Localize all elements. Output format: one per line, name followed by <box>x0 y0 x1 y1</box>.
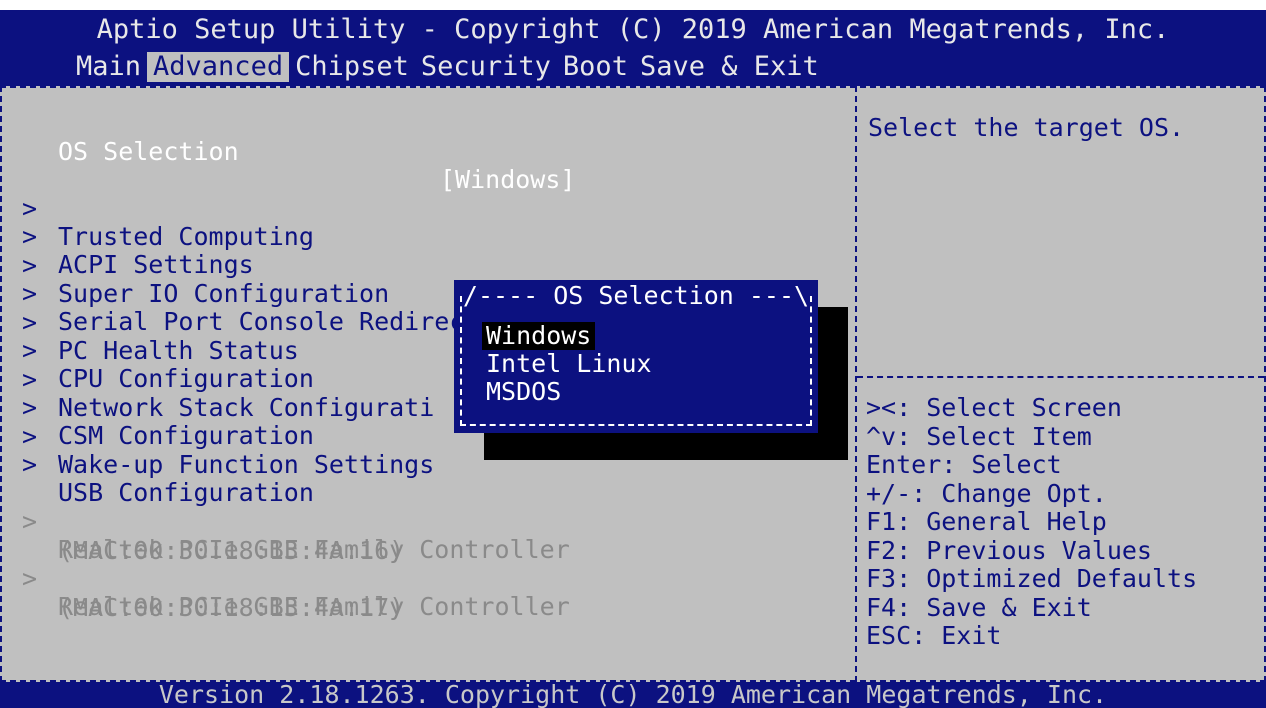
submenu-trusted-computing[interactable]: > Trusted Computing <box>22 167 314 251</box>
submenu-serial-port-console[interactable]: > Serial Port Console Redirection <box>22 252 525 336</box>
submenu-network-stack[interactable]: > Network Stack Configurati <box>22 338 434 421</box>
tab-security[interactable]: Security <box>415 52 557 82</box>
nic-1-mac: (MAC:00:30:18:13:4A:16) <box>22 509 404 564</box>
key-select-item: ^v: Select Item <box>866 421 1092 451</box>
nic-mac: (MAC:00:30:18:13:4A:17) <box>58 592 405 622</box>
key-legend: ><: Select Screen ^v: Select Item Enter:… <box>866 393 1262 674</box>
key-f4: F4: Save & Exit <box>866 592 1092 622</box>
help-divider <box>857 376 1264 378</box>
bios-screen: Aptio Setup Utility - Copyright (C) 2019… <box>0 10 1266 708</box>
nic-2-row: > Realtek PCIe GBE Family Controller <box>22 537 570 621</box>
submenu-usb-configuration[interactable]: > USB Configuration <box>22 423 314 507</box>
submenu-super-io[interactable]: > Super IO Configuration <box>22 224 389 307</box>
key-f2: F2: Previous Values <box>866 535 1152 565</box>
popup-option-intel-linux[interactable]: Intel Linux <box>482 350 656 378</box>
key-change-opt: +/-: Change Opt. <box>866 478 1107 508</box>
tab-save-exit[interactable]: Save & Exit <box>634 52 825 82</box>
os-selection-value[interactable]: [Windows] <box>440 166 575 194</box>
nic-1-row: > Realtek PCIe GBE Family Controller <box>22 480 570 564</box>
tab-chipset[interactable]: Chipset <box>289 52 415 82</box>
submenu-wake-up-function[interactable]: > Wake-up Function Settings <box>22 395 434 478</box>
version-footer: Version 2.18.1263. Copyright (C) 2019 Am… <box>0 682 1266 708</box>
menu-bar: Main Advanced Chipset Security Boot Save… <box>70 52 825 82</box>
tab-advanced[interactable]: Advanced <box>147 52 290 82</box>
tab-boot[interactable]: Boot <box>557 52 634 82</box>
os-selection-label: OS Selection <box>58 137 239 166</box>
os-selection-popup: /---- OS Selection ---\ Windows Intel Li… <box>454 280 818 433</box>
popup-title: /---- OS Selection ---\ <box>462 281 810 310</box>
help-text: Select the target OS. <box>868 113 1185 142</box>
key-esc: ESC: Exit <box>866 621 1002 650</box>
popup-option-msdos[interactable]: MSDOS <box>482 378 565 406</box>
tab-main[interactable]: Main <box>70 52 147 82</box>
submenu-cpu-configuration[interactable]: > CPU Configuration <box>22 309 314 393</box>
popup-option-windows[interactable]: Windows <box>482 322 596 350</box>
key-f3: F3: Optimized Defaults <box>866 564 1198 593</box>
submenu-label: Wake-up Function Settings <box>58 449 435 479</box>
nic-2-mac: (MAC:00:30:18:13:4A:17) <box>22 566 404 621</box>
submenu-label: Network Stack Configurati <box>58 392 435 422</box>
submenu-pc-health[interactable]: > PC Health Status <box>22 281 299 364</box>
title-bar: Aptio Setup Utility - Copyright (C) 2019… <box>0 10 1266 86</box>
submenu-csm-configuration[interactable]: > CSM Configuration <box>22 366 314 450</box>
key-select-screen: ><: Select Screen <box>866 393 1122 422</box>
pane-divider <box>855 86 857 682</box>
key-enter: Enter: Select <box>866 450 1062 479</box>
key-f1: F1: General Help <box>866 507 1107 536</box>
app-title: Aptio Setup Utility - Copyright (C) 2019… <box>96 14 1170 45</box>
os-selection-row[interactable]: OS Selection [Windows] <box>22 110 575 194</box>
submenu-arrow-icon: > <box>22 450 38 479</box>
submenu-acpi-settings[interactable]: > ACPI Settings <box>22 195 254 279</box>
